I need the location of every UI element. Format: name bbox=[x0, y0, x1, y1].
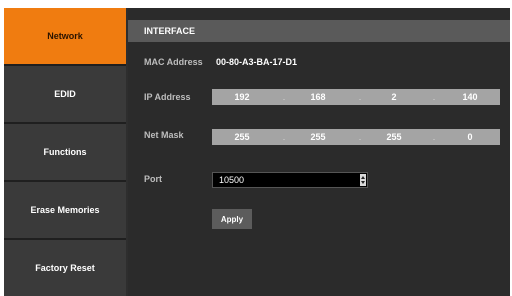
sidebar: Network EDID Functions Erase Memories Fa… bbox=[4, 8, 126, 296]
octet-separator: . bbox=[432, 92, 436, 102]
net-mask-label: Net Mask bbox=[144, 130, 184, 140]
sidebar-item-label: Network bbox=[47, 31, 83, 41]
interface-panel: INTERFACE MAC Address 00-80-A3-BA-17-D1 … bbox=[128, 8, 510, 296]
port-stepper[interactable] bbox=[360, 174, 366, 186]
port-input[interactable]: 10500 bbox=[212, 172, 368, 188]
ip-address-field: 192 . 168 . 2 . 140 bbox=[212, 89, 500, 105]
mac-address-label: MAC Address bbox=[144, 57, 203, 67]
chevron-up-icon[interactable] bbox=[361, 176, 365, 179]
section-title: INTERFACE bbox=[144, 26, 196, 36]
apply-button[interactable]: Apply bbox=[212, 209, 252, 229]
sidebar-item-label: Erase Memories bbox=[30, 205, 100, 215]
netmask-octet-4[interactable]: 0 bbox=[440, 129, 500, 145]
sidebar-item-functions[interactable]: Functions bbox=[4, 124, 126, 180]
port-value: 10500 bbox=[219, 175, 245, 185]
sidebar-item-edid[interactable]: EDID bbox=[4, 66, 126, 122]
ip-octet-4[interactable]: 140 bbox=[440, 89, 500, 105]
mac-address-value: 00-80-A3-BA-17-D1 bbox=[216, 57, 298, 67]
apply-button-label: Apply bbox=[220, 214, 244, 224]
sidebar-item-label: EDID bbox=[54, 89, 76, 99]
net-mask-field: 255 . 255 . 255 . 0 bbox=[212, 129, 500, 145]
port-label: Port bbox=[144, 174, 162, 184]
sidebar-item-label: Factory Reset bbox=[35, 263, 95, 273]
netmask-octet-3[interactable]: 255 bbox=[364, 129, 424, 145]
chevron-down-icon[interactable] bbox=[361, 181, 365, 184]
ip-address-label: IP Address bbox=[144, 92, 191, 102]
ip-octet-2[interactable]: 168 bbox=[288, 89, 348, 105]
sidebar-item-network[interactable]: Network bbox=[4, 8, 126, 64]
section-header: INTERFACE bbox=[128, 20, 510, 42]
netmask-octet-2[interactable]: 255 bbox=[288, 129, 348, 145]
ip-octet-1[interactable]: 192 bbox=[212, 89, 272, 105]
ip-octet-3[interactable]: 2 bbox=[364, 89, 424, 105]
sidebar-item-factory-reset[interactable]: Factory Reset bbox=[4, 240, 126, 296]
octet-separator: . bbox=[432, 132, 436, 142]
device-config-window: Network EDID Functions Erase Memories Fa… bbox=[4, 8, 510, 296]
sidebar-item-erase-memories[interactable]: Erase Memories bbox=[4, 182, 126, 238]
netmask-octet-1[interactable]: 255 bbox=[212, 129, 272, 145]
sidebar-item-label: Functions bbox=[43, 147, 87, 157]
